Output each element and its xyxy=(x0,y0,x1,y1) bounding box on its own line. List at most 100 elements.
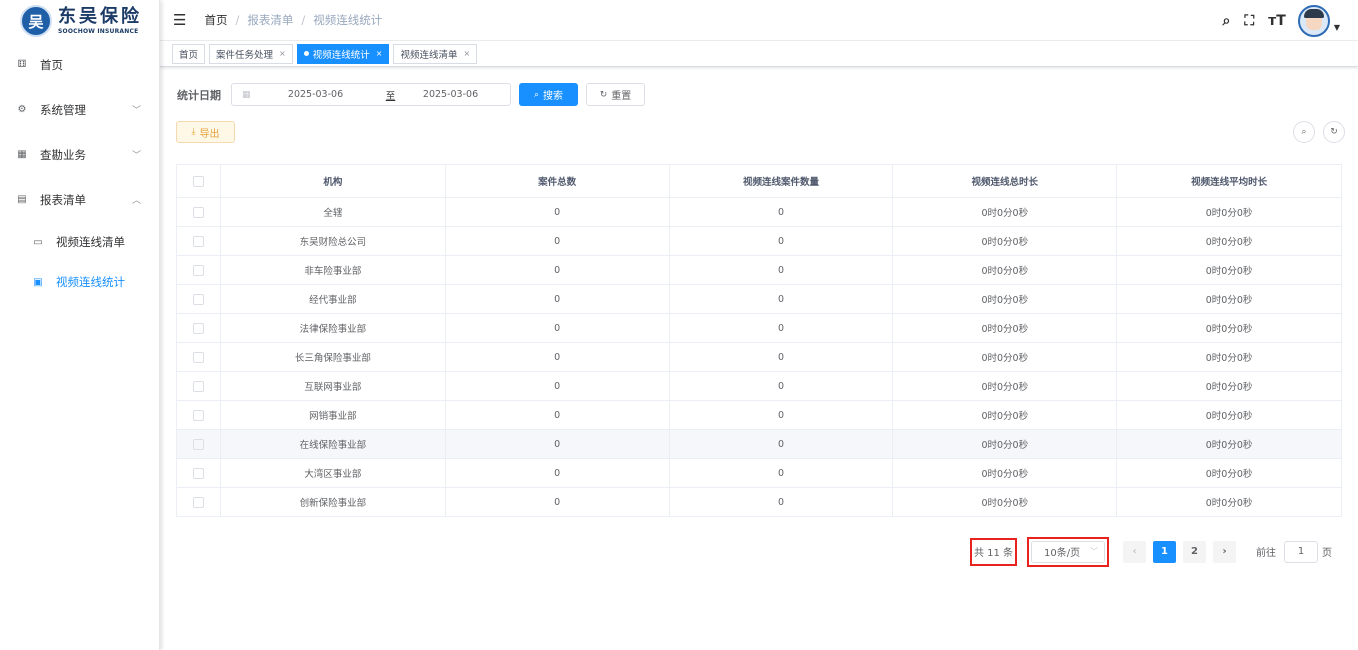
avatar[interactable] xyxy=(1297,4,1330,37)
tab-1[interactable]: 案件任务处理 × xyxy=(209,43,293,64)
tab-3[interactable]: 视频连线清单 × xyxy=(393,43,478,64)
checkbox[interactable] xyxy=(192,235,204,247)
table-cell: 0 xyxy=(668,197,894,227)
table-cell: 0时0分0秒 xyxy=(892,255,1118,285)
row-checkbox-cell[interactable] xyxy=(176,197,221,227)
active-dot xyxy=(303,51,309,56)
sidebar-item-0[interactable]: ⚅ 首页 xyxy=(0,42,159,87)
logo: 吴 东吴保险 SOOCHOW INSURANCE xyxy=(0,0,159,42)
table-cell: 0 xyxy=(444,487,670,517)
page-button-1[interactable]: 1 xyxy=(1153,540,1176,563)
table-cell: 0 xyxy=(444,313,670,343)
table-cell: 0时0分0秒 xyxy=(1116,371,1342,401)
refresh-icon: ↻ xyxy=(1330,127,1338,137)
breadcrumb-current: 视频连线统计 xyxy=(313,13,383,27)
reset-button[interactable]: ↻ 重置 xyxy=(586,83,645,106)
table-cell: 长三角保险事业部 xyxy=(219,342,446,372)
font-size-icon[interactable]: ᴛT xyxy=(1268,13,1286,29)
tab-2[interactable]: 视频连线统计 × xyxy=(296,43,390,64)
checkbox[interactable] xyxy=(192,322,204,334)
close-icon[interactable]: × xyxy=(463,49,470,58)
range-separator: 至 xyxy=(385,90,396,102)
sidebar: 吴 东吴保险 SOOCHOW INSURANCE ⚅ 首页 ⚙ 系统管理 ﹀ ▦ 查勘业务 ﹀… xyxy=(0,0,160,650)
checkbox[interactable] xyxy=(192,467,204,479)
table-row[interactable]: 全辖 0 0 0时0分0秒 0时0分0秒 xyxy=(176,197,1342,227)
row-checkbox-cell[interactable] xyxy=(176,313,221,343)
table-cell: 0时0分0秒 xyxy=(1116,429,1342,459)
page-size-select[interactable]: 10条/页 ﹀ xyxy=(1031,540,1105,563)
row-checkbox-cell[interactable] xyxy=(176,226,221,256)
export-button[interactable]: ⤓ 导出 xyxy=(176,121,235,143)
tab-label: 视频连线统计 xyxy=(312,49,370,61)
select-all-checkbox-cell[interactable] xyxy=(176,164,221,198)
table-row[interactable]: 网销事业部 0 0 0时0分0秒 0时0分0秒 xyxy=(176,400,1342,430)
breadcrumb-home[interactable]: 首页 xyxy=(204,12,227,28)
table-cell: 大湾区事业部 xyxy=(219,458,446,488)
sidebar-item-1[interactable]: ⚙ 系统管理 ﹀ xyxy=(0,87,159,132)
row-checkbox-cell[interactable] xyxy=(176,400,221,430)
close-icon[interactable]: × xyxy=(376,49,383,58)
next-page-button[interactable]: › xyxy=(1213,540,1236,563)
toggle-search-button[interactable]: ⌕ xyxy=(1293,121,1315,143)
table-cell: 0时0分0秒 xyxy=(1116,284,1342,314)
prev-page-button[interactable]: ‹ xyxy=(1123,540,1146,563)
hamburger-icon[interactable]: ☰ xyxy=(173,11,186,29)
search-icon[interactable]: ⌕ xyxy=(1223,13,1231,29)
table-row[interactable]: 大湾区事业部 0 0 0时0分0秒 0时0分0秒 xyxy=(176,458,1342,488)
sidebar-item-2[interactable]: ▦ 查勘业务 ﹀ xyxy=(0,132,159,177)
table-cell: 经代事业部 xyxy=(219,284,446,314)
table-row[interactable]: 互联网事业部 0 0 0时0分0秒 0时0分0秒 xyxy=(176,371,1342,401)
checkbox[interactable] xyxy=(192,438,204,450)
table-row[interactable]: 创新保险事业部 0 0 0时0分0秒 0时0分0秒 xyxy=(176,487,1342,517)
table-row[interactable]: 东吴财险总公司 0 0 0时0分0秒 0时0分0秒 xyxy=(176,226,1342,256)
table-row[interactable]: 经代事业部 0 0 0时0分0秒 0时0分0秒 xyxy=(176,284,1342,314)
sidebar-subitem-1[interactable]: ▣ 视频连线统计 xyxy=(0,262,159,302)
table-row[interactable]: 法律保险事业部 0 0 0时0分0秒 0时0分0秒 xyxy=(176,313,1342,343)
refresh-icon: ↻ xyxy=(599,89,608,100)
close-icon[interactable]: × xyxy=(279,49,286,58)
row-checkbox-cell[interactable] xyxy=(176,284,221,314)
table-cell: 0 xyxy=(444,429,670,459)
table-row[interactable]: 在线保险事业部 0 0 0时0分0秒 0时0分0秒 xyxy=(176,429,1342,459)
row-checkbox-cell[interactable] xyxy=(176,429,221,459)
row-checkbox-cell[interactable] xyxy=(176,342,221,372)
row-checkbox-cell[interactable] xyxy=(176,371,221,401)
date-label: 统计日期 xyxy=(177,88,221,102)
sidebar-subitem-0[interactable]: ▭ 视频连线清单 xyxy=(0,222,159,262)
table-cell: 0时0分0秒 xyxy=(1116,458,1342,488)
checkbox[interactable] xyxy=(192,293,204,305)
checkbox[interactable] xyxy=(192,351,204,363)
refresh-button[interactable]: ↻ xyxy=(1323,121,1345,143)
table-cell: 0时0分0秒 xyxy=(892,342,1118,372)
table-cell: 法律保险事业部 xyxy=(219,313,446,343)
checkbox[interactable] xyxy=(192,380,204,392)
page-button-2[interactable]: 2 xyxy=(1183,540,1206,563)
table-cell: 创新保险事业部 xyxy=(219,487,446,517)
row-checkbox-cell[interactable] xyxy=(176,255,221,285)
date-range-picker[interactable]: ▦ 2025-03-06 至 2025-03-06 xyxy=(231,83,511,106)
goto-page-input[interactable]: 1 xyxy=(1284,540,1318,563)
search-button[interactable]: ⌕ 搜索 xyxy=(519,83,578,106)
checkbox[interactable] xyxy=(192,206,204,218)
table-cell: 0 xyxy=(444,197,670,227)
checkbox[interactable] xyxy=(192,175,204,187)
checkbox[interactable] xyxy=(192,264,204,276)
table-icon: ▦ xyxy=(17,149,27,160)
row-checkbox-cell[interactable] xyxy=(176,458,221,488)
fullscreen-icon[interactable]: ⛶ xyxy=(1244,13,1254,29)
end-date-input[interactable]: 2025-03-06 xyxy=(401,89,501,100)
dashboard-icon: ⚅ xyxy=(17,59,27,70)
table-row[interactable]: 非车险事业部 0 0 0时0分0秒 0时0分0秒 xyxy=(176,255,1342,285)
row-checkbox-cell[interactable] xyxy=(176,487,221,517)
checkbox[interactable] xyxy=(192,409,204,421)
sidebar-item-3[interactable]: ▤ 报表清单 ︿ xyxy=(0,177,159,222)
tab-label: 视频连线清单 xyxy=(400,49,458,61)
breadcrumb-separator: / xyxy=(301,13,306,27)
checkbox[interactable] xyxy=(192,496,204,508)
table-cell: 0 xyxy=(444,400,670,430)
start-date-input[interactable]: 2025-03-06 xyxy=(251,89,381,100)
tab-0[interactable]: 首页 xyxy=(172,43,206,64)
table-cell: 0时0分0秒 xyxy=(1116,487,1342,517)
caret-down-icon[interactable]: ▼ xyxy=(1334,23,1340,32)
table-row[interactable]: 长三角保险事业部 0 0 0时0分0秒 0时0分0秒 xyxy=(176,342,1342,372)
